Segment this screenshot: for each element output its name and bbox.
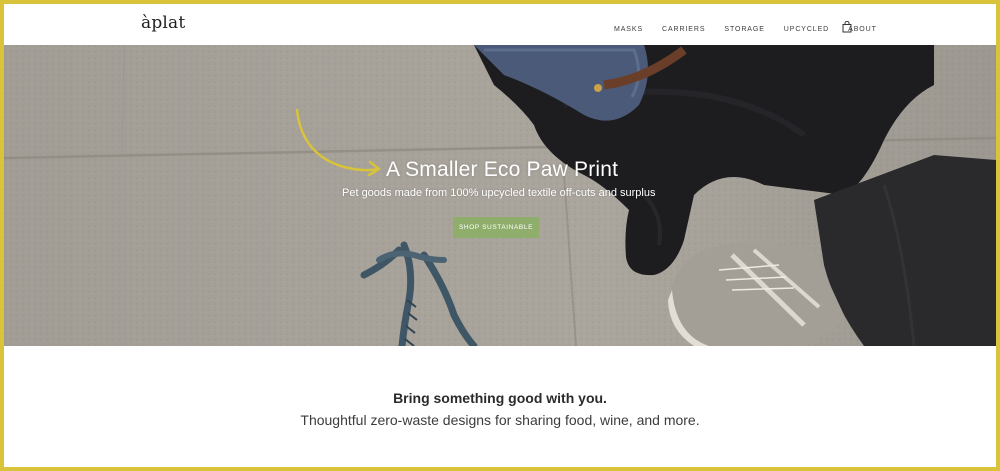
hero-banner: A Smaller Eco Paw Print Pet goods made f…	[4, 45, 996, 346]
nav-item-masks[interactable]: MASKS	[614, 26, 643, 33]
intro-section: Bring something good with you. Thoughtfu…	[4, 346, 996, 467]
bag-icon[interactable]	[842, 21, 852, 33]
hero-title: A Smaller Eco Paw Print	[386, 158, 619, 181]
section-heading: Bring something good with you.	[393, 390, 607, 406]
section-subheading: Thoughtful zero-waste designs for sharin…	[300, 412, 700, 428]
site-header: àplat MASKS CARRIERS STORAGE UPCYCLED AB…	[4, 4, 996, 45]
nav-item-carriers[interactable]: CARRIERS	[662, 26, 705, 33]
main-nav: MASKS CARRIERS STORAGE UPCYCLED ABOUT	[614, 26, 896, 33]
brand-logo[interactable]: àplat	[141, 13, 185, 33]
nav-item-upcycled[interactable]: UPCYCLED	[784, 26, 829, 33]
shop-sustainable-button[interactable]: SHOP SUSTAINABLE	[453, 217, 539, 238]
nav-item-about[interactable]: ABOUT	[848, 26, 877, 33]
page-frame: àplat MASKS CARRIERS STORAGE UPCYCLED AB…	[0, 0, 1000, 471]
nav-item-storage[interactable]: STORAGE	[724, 26, 764, 33]
hero-subtitle: Pet goods made from 100% upcycled textil…	[342, 187, 656, 199]
